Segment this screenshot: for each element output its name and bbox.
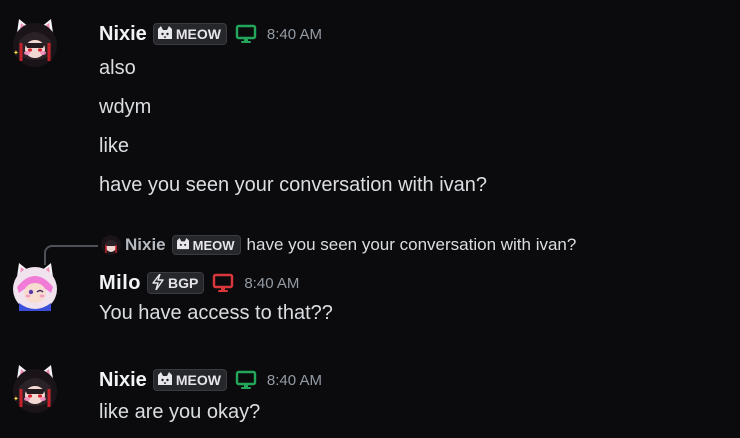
nixie-avatar-image: ✦ [13, 19, 57, 67]
server-tag[interactable]: MEOW [152, 23, 227, 45]
avatar[interactable]: ✦ [12, 19, 58, 67]
cat-icon [157, 372, 173, 388]
timestamp: 8:40 AM [266, 371, 322, 389]
reply-server-tag-label: MEOW [192, 237, 235, 253]
reply-server-tag: MEOW [171, 235, 241, 255]
server-tag-label: MEOW [175, 26, 221, 42]
server-tag[interactable]: MEOW [152, 369, 227, 391]
message-header: Milo BGP 8:40 AM [99, 271, 299, 295]
message-line: wdym [99, 96, 152, 118]
timestamp: 8:40 AM [266, 25, 322, 43]
message-line: You have access to that?? [99, 302, 333, 324]
reply-username[interactable]: Nixie [125, 235, 166, 255]
avatar[interactable] [12, 263, 58, 311]
username[interactable]: Milo [99, 272, 141, 295]
avatar[interactable]: ✦ [12, 365, 58, 413]
nixie-avatar-image: ✦ [13, 365, 57, 413]
server-tag[interactable]: BGP [147, 272, 205, 294]
desktop-status-icon [235, 23, 257, 45]
username[interactable]: Nixie [99, 23, 147, 46]
reply-preview[interactable]: Nixie MEOW have you seen your conversati… [101, 234, 576, 256]
cat-icon [157, 26, 173, 42]
message-line: also [99, 57, 136, 79]
cat-icon [176, 238, 190, 252]
milo-avatar-image [13, 263, 57, 311]
chat-log: ✦ Nixie MEOW 8:40 AM also wdym like have… [0, 0, 740, 438]
reply-avatar [101, 235, 121, 255]
message-header: Nixie MEOW 8:40 AM [99, 22, 322, 46]
message-line: have you seen your conversation with iva… [99, 174, 488, 196]
desktop-status-icon [212, 272, 234, 294]
username[interactable]: Nixie [99, 369, 147, 392]
message-header: Nixie MEOW 8:40 AM [99, 368, 322, 392]
svg-text:✦: ✦ [13, 395, 19, 403]
message-line: like [99, 135, 130, 157]
desktop-status-icon [235, 369, 257, 391]
message-line: like are you okay? [99, 401, 261, 423]
server-tag-label: MEOW [175, 372, 221, 388]
timestamp: 8:40 AM [244, 274, 300, 292]
reply-text: have you seen your conversation with iva… [246, 235, 577, 254]
svg-text:✦: ✦ [13, 49, 19, 57]
server-tag-label: BGP [168, 275, 199, 291]
lightning-icon [151, 273, 165, 292]
